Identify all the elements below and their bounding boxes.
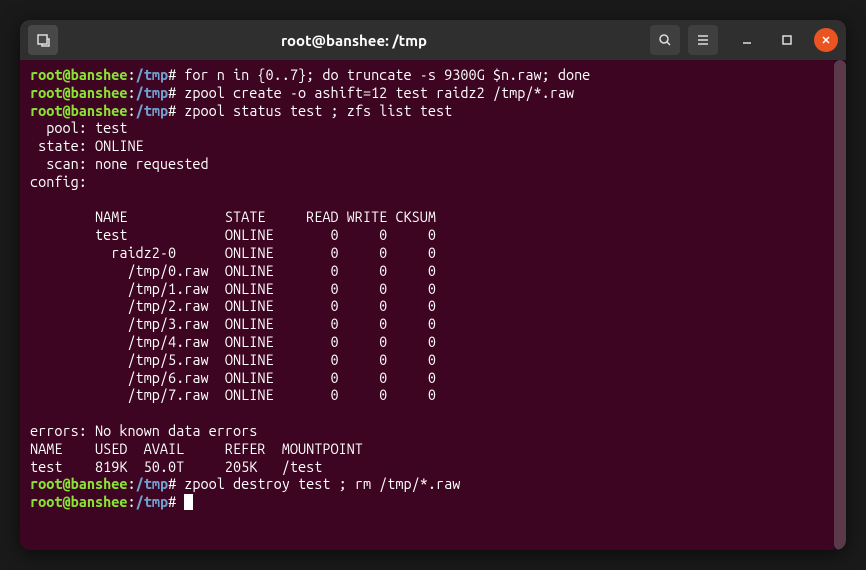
minimize-button[interactable]: [734, 27, 760, 53]
menu-button[interactable]: [688, 25, 718, 55]
close-icon: [821, 35, 831, 45]
scrollbar-thumb[interactable]: [834, 60, 846, 550]
terminal-content[interactable]: root@banshee:/tmp# for n in {0..7}; do t…: [20, 60, 834, 550]
window-title: root@banshee: /tmp: [66, 32, 642, 49]
terminal-body: root@banshee:/tmp# for n in {0..7}; do t…: [20, 60, 846, 550]
new-tab-button[interactable]: [28, 25, 58, 55]
maximize-button[interactable]: [774, 27, 800, 53]
search-button[interactable]: [650, 25, 680, 55]
close-button[interactable]: [814, 28, 838, 52]
new-tab-icon: [36, 33, 50, 47]
maximize-icon: [782, 35, 792, 45]
hamburger-icon: [696, 33, 710, 47]
cursor: [184, 494, 193, 510]
search-icon: [658, 33, 672, 47]
minimize-icon: [742, 35, 752, 45]
window-controls: [734, 27, 838, 53]
terminal-window: root@banshee: /tmp root@banshee:/tmp# fo…: [20, 20, 846, 550]
scrollbar[interactable]: [834, 60, 846, 550]
titlebar: root@banshee: /tmp: [20, 20, 846, 60]
